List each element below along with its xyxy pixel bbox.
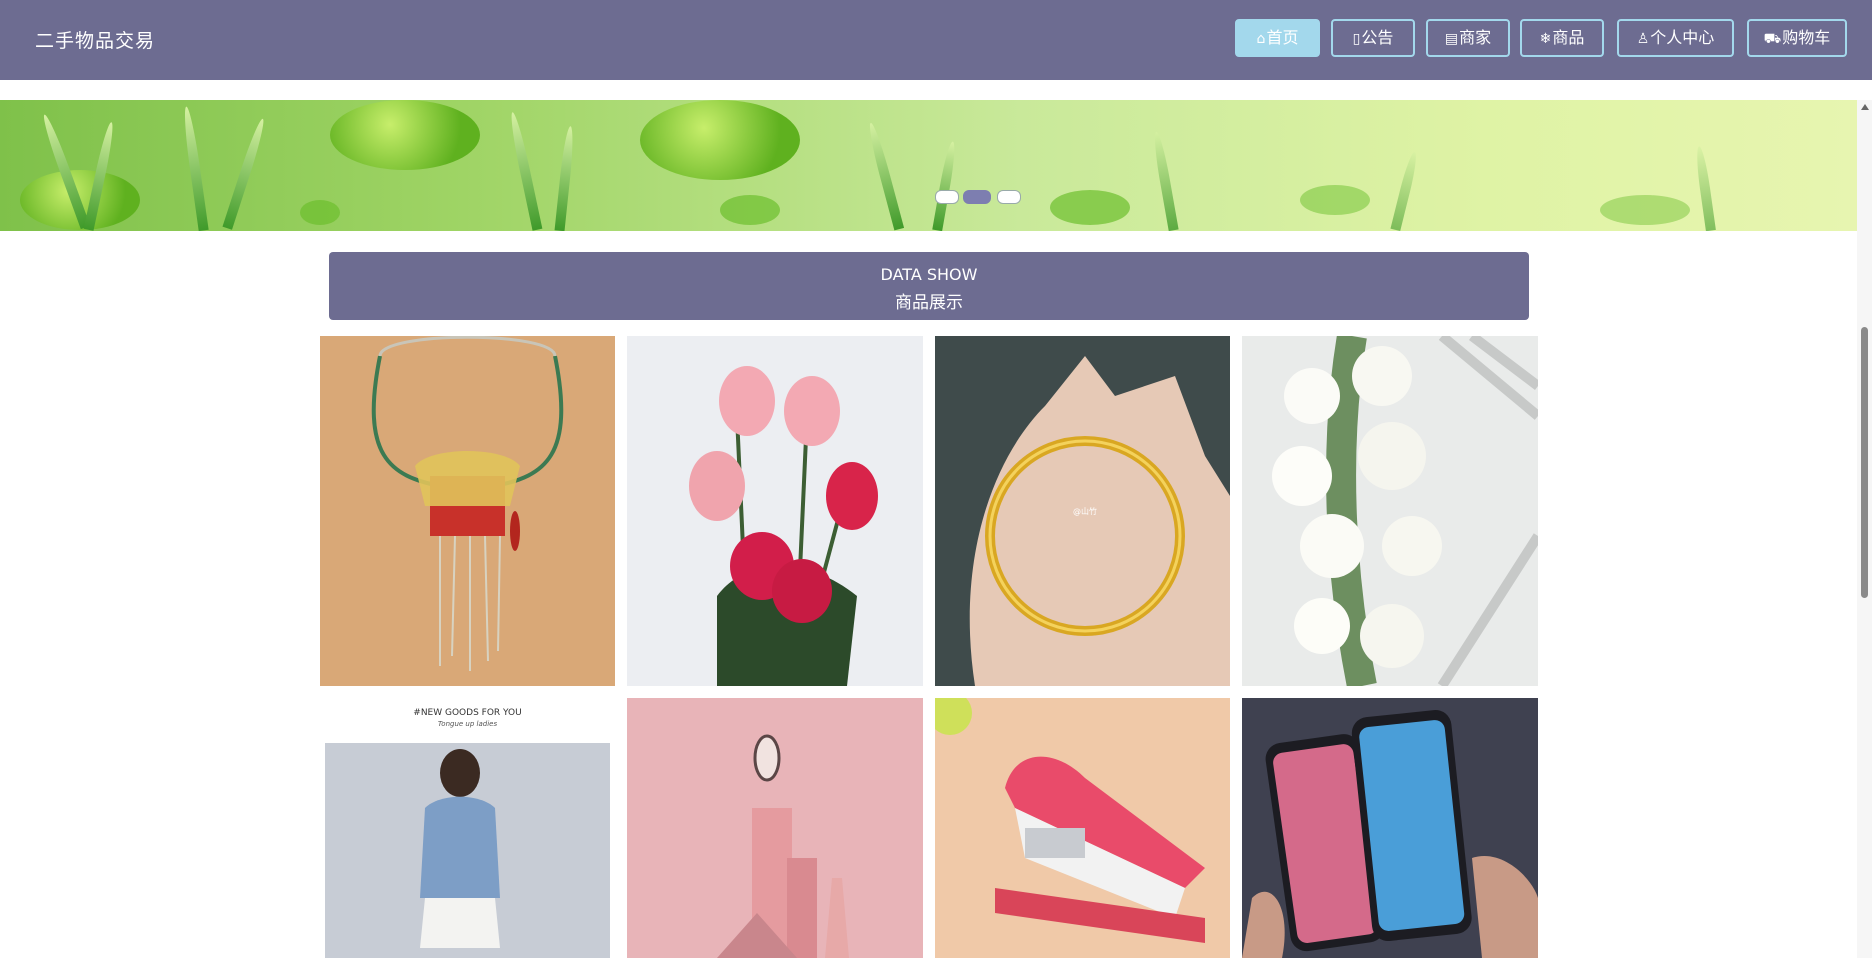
nav-label: 商品 — [1552, 28, 1585, 47]
nav-home-button[interactable]: ⌂首页 — [1235, 19, 1320, 57]
grass-blade — [1694, 145, 1716, 231]
scrollbar-thumb[interactable] — [1861, 327, 1868, 598]
nav-profile-button[interactable]: ♙个人中心 — [1617, 19, 1734, 57]
grass-blade — [1390, 150, 1420, 231]
nav-label: 购物车 — [1782, 28, 1831, 47]
carousel-dot-3[interactable] — [997, 190, 1021, 204]
product-card-white-flowers[interactable] — [1242, 336, 1538, 686]
user-icon: ♙ — [1636, 31, 1650, 47]
grass-blade — [932, 140, 958, 231]
grass-blade — [865, 121, 905, 231]
product-card-roses[interactable] — [627, 336, 923, 686]
home-icon: ⌂ — [1256, 31, 1266, 47]
lotus-leaf-shape — [330, 100, 480, 170]
nav-label: 首页 — [1266, 28, 1299, 47]
carousel-dot-1[interactable] — [935, 190, 959, 204]
necklace-image — [320, 336, 615, 686]
nav-notice-button[interactable]: ▯公告 — [1331, 19, 1415, 57]
grass-blade — [222, 117, 268, 230]
white-flowers-image — [1242, 336, 1538, 686]
scroll-up-arrow-icon[interactable] — [1861, 104, 1869, 110]
section-header: DATA SHOW 商品展示 — [329, 252, 1529, 320]
clothing-overlay-subtitle: Tongue up ladies — [437, 720, 498, 728]
grass-blade — [507, 111, 543, 231]
banner-carousel[interactable] — [0, 100, 1857, 231]
roses-image — [627, 336, 923, 686]
carousel-dot-2[interactable] — [963, 190, 991, 204]
clothing-overlay-title: #NEW GOODS FOR YOU — [413, 708, 522, 718]
cart-icon: ⛟ — [1763, 31, 1782, 47]
product-card-phones[interactable] — [1242, 698, 1538, 958]
foliage-dot — [1050, 190, 1130, 225]
product-card-bangle[interactable]: @山竹 — [935, 336, 1230, 686]
goods-icon: ❄ — [1539, 31, 1552, 47]
nav-shop-button[interactable]: ▤商家 — [1426, 19, 1510, 57]
nav-cart-button[interactable]: ⛟购物车 — [1747, 19, 1847, 57]
site-title: 二手物品交易 — [35, 30, 156, 52]
top-navbar: 二手物品交易 ⌂首页 ▯公告 ▤商家 ❄商品 ♙个人中心 ⛟购物车 — [0, 0, 1872, 80]
product-card-clothing[interactable]: #NEW GOODS FOR YOU Tongue up ladies — [320, 698, 615, 958]
nav-label: 公告 — [1361, 28, 1394, 47]
grass-blade — [1151, 130, 1179, 231]
nav-label: 商家 — [1459, 28, 1492, 47]
grass-blade — [181, 105, 209, 231]
cosmetics-image — [627, 698, 923, 958]
product-card-cosmetics[interactable] — [627, 698, 923, 958]
notice-icon: ▯ — [1352, 31, 1361, 47]
clothing-image — [320, 698, 615, 958]
foliage-dot — [1300, 185, 1370, 215]
section-title-en: DATA SHOW — [880, 265, 978, 284]
foliage-dot — [720, 195, 780, 225]
section-title-zh: 商品展示 — [895, 293, 963, 313]
phones-image — [1242, 698, 1538, 958]
grass-blade — [554, 125, 576, 231]
stapler-image — [935, 698, 1230, 958]
nav-goods-button[interactable]: ❄商品 — [1520, 19, 1604, 57]
shop-icon: ▤ — [1444, 31, 1459, 47]
foliage-dot — [1600, 195, 1690, 225]
product-card-necklace[interactable] — [320, 336, 615, 686]
product-card-stapler[interactable] — [935, 698, 1230, 958]
lotus-leaf-shape — [640, 100, 800, 180]
nav-label: 个人中心 — [1650, 28, 1715, 47]
foliage-dot — [300, 200, 340, 225]
image-watermark: @山竹 — [1073, 507, 1097, 516]
